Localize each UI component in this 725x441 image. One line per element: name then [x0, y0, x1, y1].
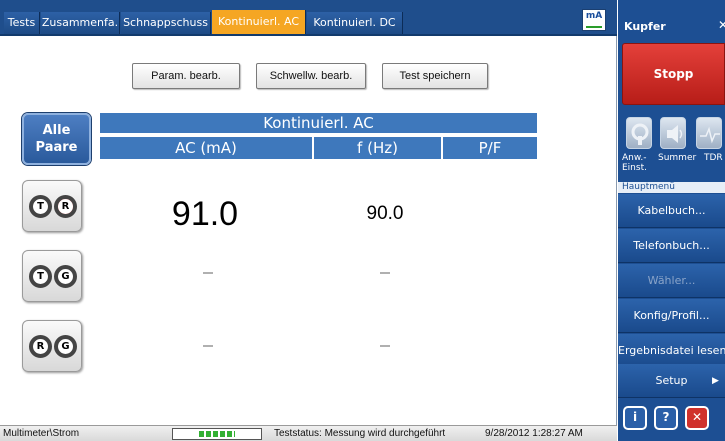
- all-pairs-line1: Alle: [42, 123, 71, 138]
- close-panel-icon[interactable]: ✕: [718, 18, 725, 32]
- status-message: Teststatus: Messung wird durchgeführt: [274, 428, 446, 439]
- pair-ring-ground-button[interactable]: R G: [22, 320, 82, 372]
- ground-icon: G: [54, 335, 77, 358]
- all-pairs-button[interactable]: Alle Paare: [22, 113, 91, 165]
- ground-icon: G: [54, 265, 77, 288]
- pair-tip-ground-button[interactable]: T G: [22, 250, 82, 302]
- menu-cable-book[interactable]: Kabelbuch...: [618, 194, 725, 228]
- ammeter-label: mA: [585, 11, 603, 21]
- tab-tests[interactable]: Tests: [4, 12, 40, 34]
- tip-icon: T: [29, 265, 52, 288]
- chevron-right-icon: ▶: [712, 376, 719, 386]
- main-area: Tests Zusammenfa. Schnappschuss Kontinui…: [0, 0, 617, 441]
- tab-bar: Tests Zusammenfa. Schnappschuss Kontinui…: [0, 0, 617, 36]
- ring-icon: R: [54, 195, 77, 218]
- edit-thresholds-button[interactable]: Schwellw. bearb.: [256, 63, 366, 89]
- waveform-icon[interactable]: [696, 117, 722, 149]
- menu-setup-label: Setup: [655, 374, 688, 387]
- tab-snapshot[interactable]: Schnappschuss: [121, 12, 211, 34]
- wrench-icon[interactable]: [626, 117, 652, 149]
- settings-tool-label: Anw.- Einst.: [622, 153, 647, 173]
- status-path: Multimeter\Strom: [3, 428, 80, 439]
- save-test-button[interactable]: Test speichern: [382, 63, 488, 89]
- menu-config-profile[interactable]: Konfig/Profil...: [618, 299, 725, 333]
- edit-parameters-button[interactable]: Param. bearb.: [132, 63, 240, 89]
- column-header-frequency: f (Hz): [314, 137, 441, 159]
- menu-dialer: Wähler...: [618, 264, 725, 298]
- tdr-tool-label: TDR: [704, 153, 723, 163]
- ammeter-icon[interactable]: mA: [582, 9, 606, 31]
- side-panel-title: Kupfer: [624, 20, 666, 33]
- pair-tip-ring-button[interactable]: T R: [22, 180, 82, 232]
- ac-value-tip-ring: 91.0: [171, 195, 239, 233]
- status-datetime: 9/28/2012 1:28:27 AM: [485, 428, 583, 439]
- tip-icon: T: [29, 195, 52, 218]
- frequency-value-tip-ring: 90.0: [366, 203, 404, 224]
- buzzer-tool-label: Summer: [658, 153, 697, 163]
- table-title: Kontinuierl. AC: [100, 113, 537, 133]
- frequency-value-empty-tip-ground: [380, 272, 390, 274]
- tab-summary[interactable]: Zusammenfa.: [41, 12, 120, 34]
- column-header-ac: AC (mA): [100, 137, 312, 159]
- close-icon[interactable]: ✕: [685, 406, 709, 430]
- frequency-value-empty-ring-ground: [380, 345, 390, 347]
- status-bar: Multimeter\Strom Teststatus: Messung wir…: [0, 425, 617, 441]
- tab-continuous-dc[interactable]: Kontinuierl. DC: [307, 12, 403, 34]
- ac-value-empty-tip-ground: [203, 272, 213, 274]
- menu-setup[interactable]: Setup ▶: [618, 364, 725, 398]
- tab-continuous-ac[interactable]: Kontinuierl. AC: [212, 10, 306, 34]
- battery-icon: [172, 428, 262, 440]
- ac-value-empty-ring-ground: [203, 345, 213, 347]
- menu-phone-book[interactable]: Telefonbuch...: [618, 229, 725, 263]
- menu-read-results-file[interactable]: Ergebnisdatei lesen: [618, 334, 725, 368]
- main-menu-title: Hauptmenü: [618, 182, 725, 193]
- speaker-icon[interactable]: [660, 117, 686, 149]
- stop-button[interactable]: Stopp: [622, 43, 725, 105]
- column-header-pass-fail: P/F: [443, 137, 537, 159]
- side-panel: Kupfer ✕ Stopp Anw.- Einst. Summer TDR Ha…: [618, 0, 725, 441]
- all-pairs-line2: Paare: [35, 140, 78, 155]
- info-icon[interactable]: i: [623, 406, 647, 430]
- ring-icon: R: [29, 335, 52, 358]
- help-icon[interactable]: ?: [654, 406, 678, 430]
